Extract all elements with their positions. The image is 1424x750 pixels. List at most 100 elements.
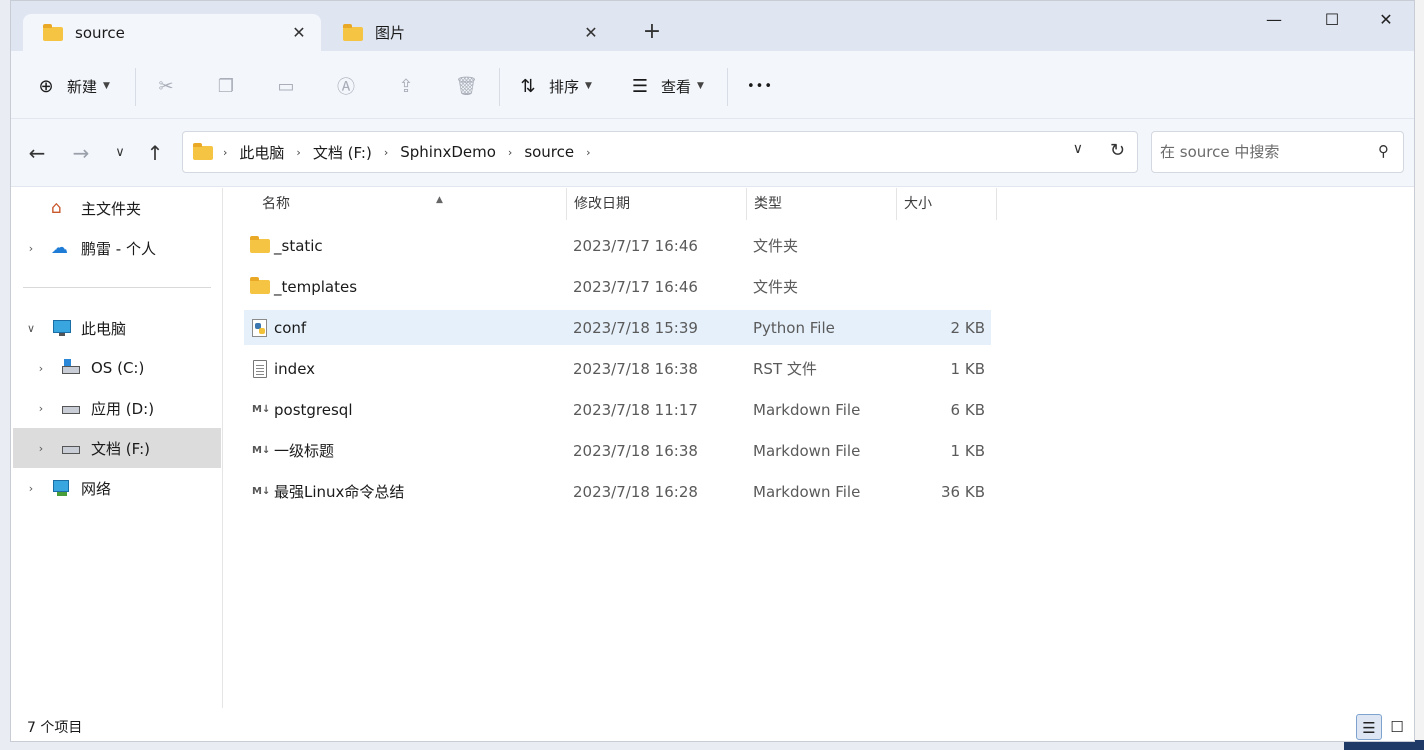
file-explorer-window: source ✕ 图片 ✕ + — ☐ ✕ ⊕ 新建 ▼ ✂ ❐ ▭ Ⓐ ⇪ 🗑… xyxy=(10,0,1415,742)
onedrive-cloud-icon: ☁ xyxy=(51,238,68,258)
delete-button[interactable]: 🗑 xyxy=(455,73,487,99)
sidebar-item-network[interactable]: › 网络 xyxy=(23,470,111,506)
breadcrumb-separator-icon: › xyxy=(223,145,228,159)
delete-icon: 🗑 xyxy=(455,75,478,97)
forward-button[interactable]: → xyxy=(67,139,95,167)
home-icon: ⌂ xyxy=(51,198,62,218)
sort-button[interactable]: ⇅ 排序 ▼ xyxy=(517,73,591,99)
details-view-button[interactable]: ☰ xyxy=(1356,714,1382,740)
back-button[interactable]: ← xyxy=(23,139,51,167)
sidebar-item-drive-c[interactable]: › OS (C:) xyxy=(33,350,144,386)
column-header-name[interactable]: 名称 ▲ xyxy=(254,188,566,220)
tiles-view-button[interactable]: ☐ xyxy=(1384,714,1410,740)
expanded-chevron-icon[interactable]: ∨ xyxy=(23,322,39,335)
file-modified: 2023/7/18 16:28 xyxy=(573,482,698,501)
status-bar: 7 个项目 ☰ ☐ xyxy=(11,708,1414,741)
breadcrumb-this-pc[interactable]: 此电脑 xyxy=(239,142,284,163)
breadcrumb-separator-icon[interactable]: › xyxy=(508,146,512,159)
file-name: index xyxy=(274,359,316,378)
sort-label: 排序 xyxy=(549,77,580,96)
column-divider[interactable] xyxy=(996,188,997,220)
minimize-button[interactable]: — xyxy=(1251,7,1297,33)
file-row[interactable]: _static 2023/7/17 16:46 文件夹 xyxy=(244,228,991,263)
file-name: conf xyxy=(274,318,307,337)
copy-button[interactable]: ❐ xyxy=(215,73,247,99)
windows-drive-icon xyxy=(61,358,85,378)
recent-locations-button[interactable]: ∨ xyxy=(106,139,134,167)
view-button[interactable]: ☰ 查看 ▼ xyxy=(629,73,704,99)
file-size: 2 KB xyxy=(950,318,985,337)
rename-icon: Ⓐ xyxy=(337,77,355,98)
refresh-icon[interactable]: ↻ xyxy=(1110,140,1125,161)
markdown-file-icon: M↓ xyxy=(252,485,271,497)
breadcrumb-source[interactable]: source xyxy=(524,143,574,161)
column-header-size[interactable]: 大小 xyxy=(896,188,996,220)
file-type: Python File xyxy=(753,318,835,337)
expand-chevron-icon[interactable]: › xyxy=(33,362,49,375)
expand-chevron-icon[interactable]: › xyxy=(23,242,39,255)
new-tab-button[interactable]: + xyxy=(639,19,665,45)
monitor-icon xyxy=(51,318,75,338)
markdown-file-icon: M↓ xyxy=(252,444,271,456)
file-size: 1 KB xyxy=(950,359,985,378)
folder-icon xyxy=(343,23,363,41)
expand-chevron-icon[interactable]: › xyxy=(33,402,49,415)
paste-button[interactable]: ▭ xyxy=(275,73,307,99)
tab-pictures[interactable]: 图片 ✕ xyxy=(323,14,613,51)
file-row[interactable]: M↓ 一级标题 2023/7/18 16:38 Markdown File 1 … xyxy=(244,433,991,468)
sort-arrows-icon: ⇅ xyxy=(520,75,536,97)
view-label: 查看 xyxy=(661,77,692,96)
drive-icon xyxy=(61,398,85,418)
folder-icon xyxy=(250,276,272,296)
up-button[interactable]: ↑ xyxy=(141,139,169,167)
title-bar: source ✕ 图片 ✕ + — ☐ ✕ xyxy=(11,1,1414,51)
more-options-button[interactable]: ••• xyxy=(747,73,773,99)
navigation-pane: ⌂ 主文件夹 › ☁ 鹏雷 - 个人 ∨ 此电脑 › OS (C:) › 应用 … xyxy=(11,188,223,708)
share-button[interactable]: ⇪ xyxy=(395,73,427,99)
search-box[interactable]: ⚲ xyxy=(1151,131,1404,173)
markdown-file-icon: M↓ xyxy=(252,403,271,415)
file-size: 1 KB xyxy=(950,441,985,460)
paste-icon: ▭ xyxy=(277,75,295,97)
file-row[interactable]: M↓ 最强Linux命令总结 2023/7/18 16:28 Markdown … xyxy=(244,474,991,509)
folder-icon xyxy=(43,23,63,41)
details-view-icon: ☰ xyxy=(1362,719,1376,737)
sidebar-item-this-pc[interactable]: ∨ 此电脑 xyxy=(23,310,126,346)
close-tab-icon[interactable]: ✕ xyxy=(581,23,601,42)
folder-icon xyxy=(250,235,272,255)
file-row[interactable]: index 2023/7/18 16:38 RST 文件 1 KB xyxy=(244,351,991,386)
maximize-button[interactable]: ☐ xyxy=(1309,7,1355,33)
sidebar-item-label: 鹏雷 - 个人 xyxy=(81,239,156,258)
file-size: 6 KB xyxy=(950,400,985,419)
file-row[interactable]: conf 2023/7/18 15:39 Python File 2 KB xyxy=(244,310,991,345)
breadcrumb-sphinxdemo[interactable]: SphinxDemo xyxy=(400,143,496,161)
expand-chevron-icon[interactable]: › xyxy=(33,442,49,455)
cut-button[interactable]: ✂ xyxy=(155,73,187,99)
address-bar[interactable]: › 此电脑 › 文档 (F:) › SphinxDemo › source › … xyxy=(182,131,1138,173)
breadcrumb-drive-f[interactable]: 文档 (F:) xyxy=(313,142,372,163)
tab-source[interactable]: source ✕ xyxy=(23,14,321,51)
expand-chevron-icon[interactable]: › xyxy=(23,482,39,495)
close-window-button[interactable]: ✕ xyxy=(1363,7,1409,33)
file-row[interactable]: M↓ postgresql 2023/7/18 11:17 Markdown F… xyxy=(244,392,991,427)
new-button[interactable]: ⊕ 新建 ▼ xyxy=(35,73,109,99)
search-input[interactable] xyxy=(1152,132,1352,172)
breadcrumb-separator-icon[interactable]: › xyxy=(296,146,300,159)
close-tab-icon[interactable]: ✕ xyxy=(289,23,309,42)
column-header-type[interactable]: 类型 xyxy=(746,188,896,220)
sidebar-item-onedrive[interactable]: › ☁ 鹏雷 - 个人 xyxy=(23,230,156,266)
copy-icon: ❐ xyxy=(217,75,235,97)
address-dropdown-icon[interactable]: ∨ xyxy=(1073,141,1083,157)
tab-label: source xyxy=(75,23,125,42)
breadcrumb-separator-icon[interactable]: › xyxy=(384,146,388,159)
sidebar-item-drive-f[interactable]: › 文档 (F:) xyxy=(13,428,221,468)
breadcrumb-separator-icon[interactable]: › xyxy=(586,146,590,159)
sidebar-item-home[interactable]: ⌂ 主文件夹 xyxy=(35,190,141,226)
file-type: RST 文件 xyxy=(753,360,817,378)
file-type: 文件夹 xyxy=(753,278,799,296)
file-row[interactable]: _templates 2023/7/17 16:46 文件夹 xyxy=(244,269,991,304)
sidebar-item-label: 应用 (D:) xyxy=(91,399,155,418)
rename-button[interactable]: Ⓐ xyxy=(335,73,367,99)
column-header-modified[interactable]: 修改日期 xyxy=(566,188,746,220)
sidebar-item-drive-d[interactable]: › 应用 (D:) xyxy=(33,390,154,426)
